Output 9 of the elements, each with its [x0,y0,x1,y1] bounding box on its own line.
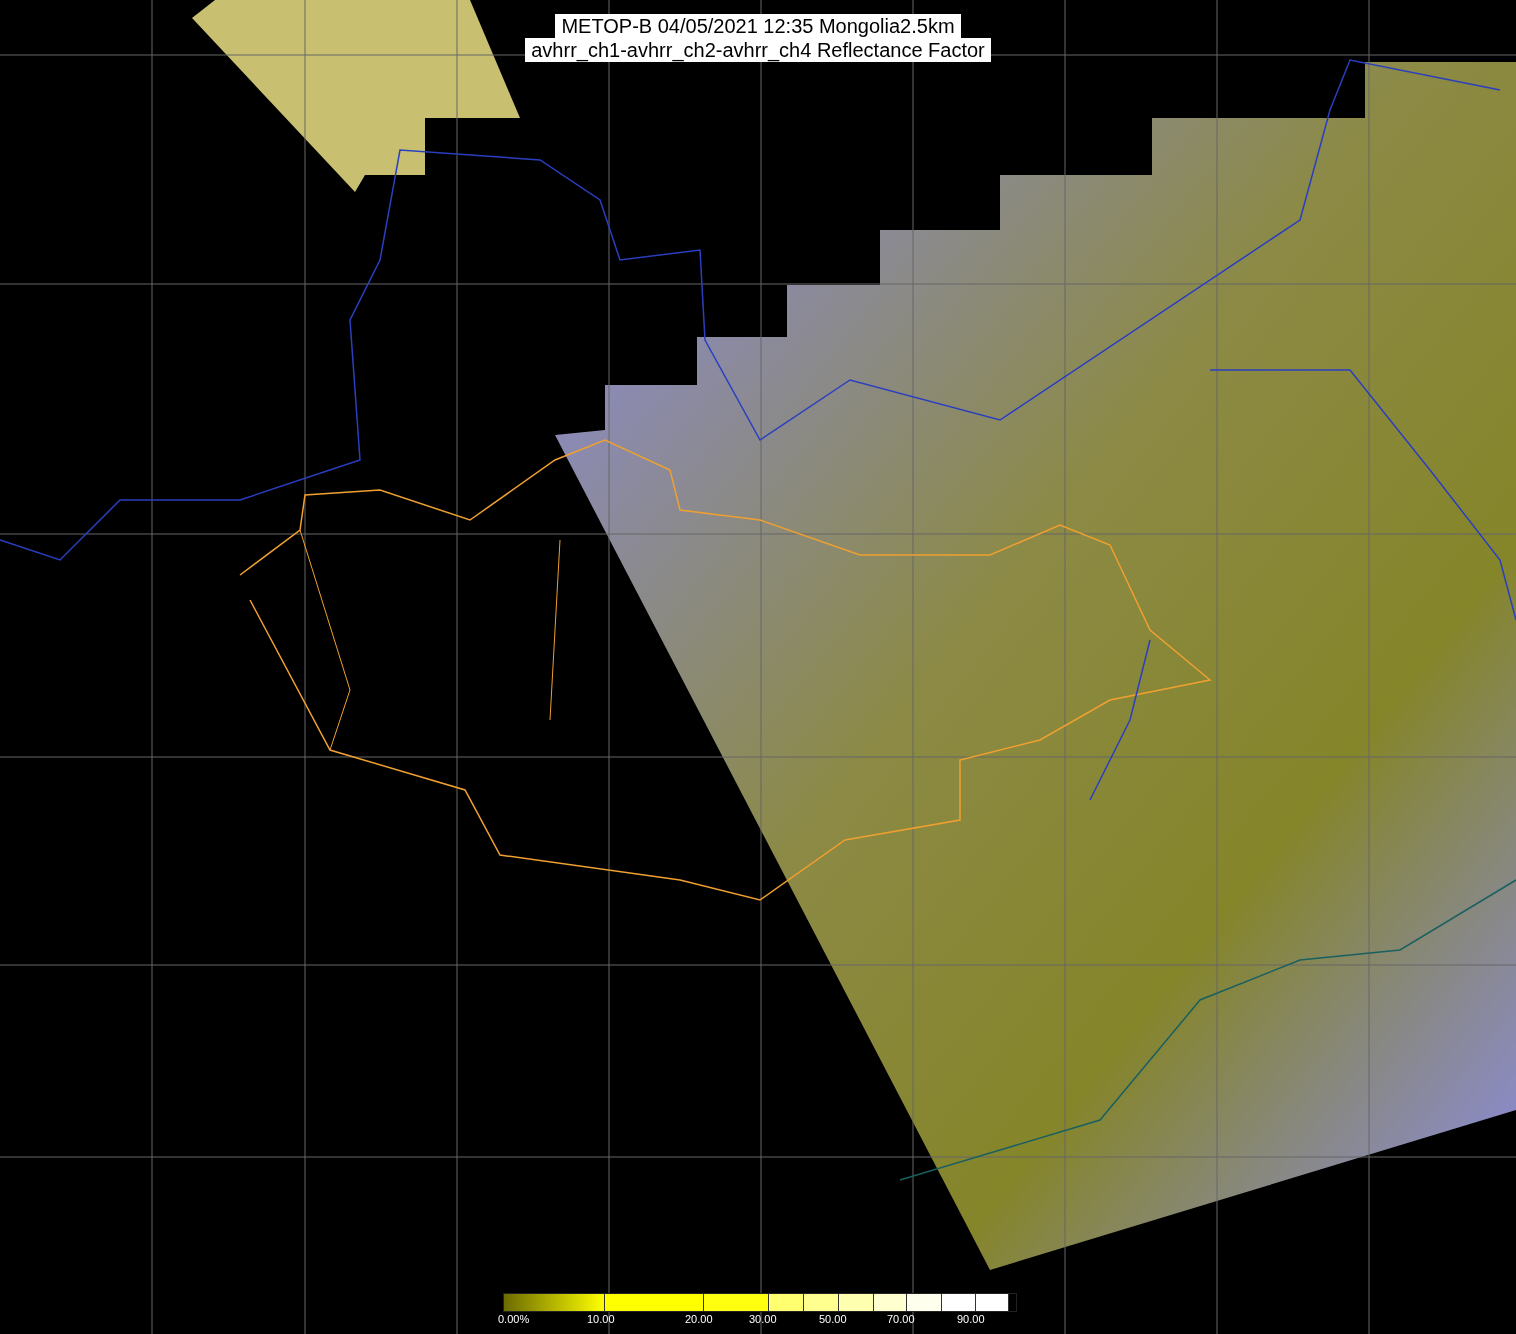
scale-label: 0.00% [498,1313,530,1325]
map-title: avhrr_ch1-avhrr_ch2-avhrr_ch4 Reflectance Factor [525,38,991,62]
map-title: METOP-B 04/05/2021 12:35 Mongolia2.5km [555,14,961,38]
scale-label: 20.00 [685,1313,713,1325]
scale-label: 30.00 [749,1313,777,1325]
scale-label: 90.00 [957,1313,985,1325]
scale-label: 10.00 [587,1313,615,1325]
scale-label: 70.00 [887,1313,915,1325]
scale-label: 50.00 [819,1313,847,1325]
